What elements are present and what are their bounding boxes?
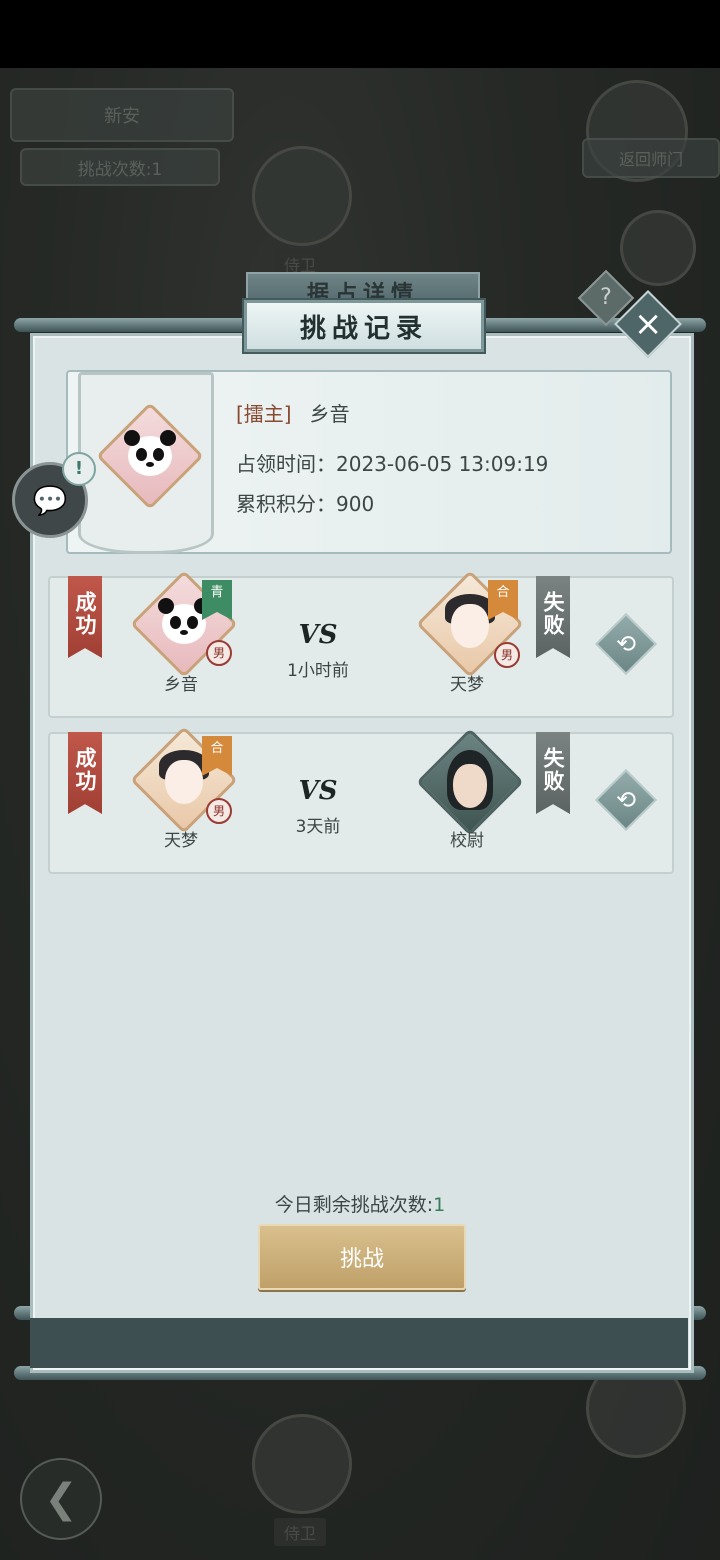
gender-badge: 男 [206, 798, 232, 824]
record-time: 3天前 [295, 817, 341, 837]
replay-icon: ⟲ [615, 630, 637, 658]
challenge-button[interactable]: 挑战 [258, 1224, 466, 1290]
occupy-time: 占领时间：2023-06-05 13:09:19 [236, 452, 549, 476]
gender-badge: 男 [206, 640, 232, 666]
vs-label: VS [298, 620, 338, 650]
defender-name: 校尉 [450, 831, 484, 851]
help-icon: ? [600, 285, 612, 310]
result-banner-lose: 失败 [536, 576, 570, 658]
attacker-name: 天梦 [164, 831, 198, 851]
accumulated-score: 累积积分：900 [236, 492, 375, 516]
panda-icon [128, 436, 172, 476]
panda-icon [162, 604, 206, 644]
result-banner-lose: 失败 [536, 732, 570, 814]
record-row [48, 732, 674, 874]
attacker-name: 乡音 [164, 675, 198, 695]
replay-icon: ⟲ [615, 786, 637, 814]
remaining-challenges: 今日剩余挑战次数:1 [0, 1190, 720, 1217]
alert-icon: ! [62, 452, 96, 486]
chat-icon: 💬 [32, 483, 68, 517]
dialog-title: 挑战记录 [244, 300, 484, 352]
record-time: 1小时前 [287, 661, 349, 681]
result-banner-win: 成功 [68, 576, 102, 658]
back-icon: ❮ [20, 1458, 102, 1540]
gender-badge: 男 [494, 642, 520, 668]
status-bar [0, 0, 720, 68]
holder-name: 乡音 [309, 402, 350, 426]
remaining-label: 今日剩余挑战次数: [274, 1194, 434, 1216]
holder-title-line: [擂主] 乡音 [236, 398, 350, 427]
panel-bottom-shadow [30, 1318, 688, 1368]
remaining-count: 1 [433, 1194, 446, 1216]
record-row [48, 576, 674, 718]
close-icon: × [633, 304, 663, 344]
defender-name: 天梦 [450, 675, 484, 695]
vs-label: VS [298, 776, 338, 806]
holder-tag: [擂主] [236, 402, 292, 426]
result-banner-win: 成功 [68, 732, 102, 814]
